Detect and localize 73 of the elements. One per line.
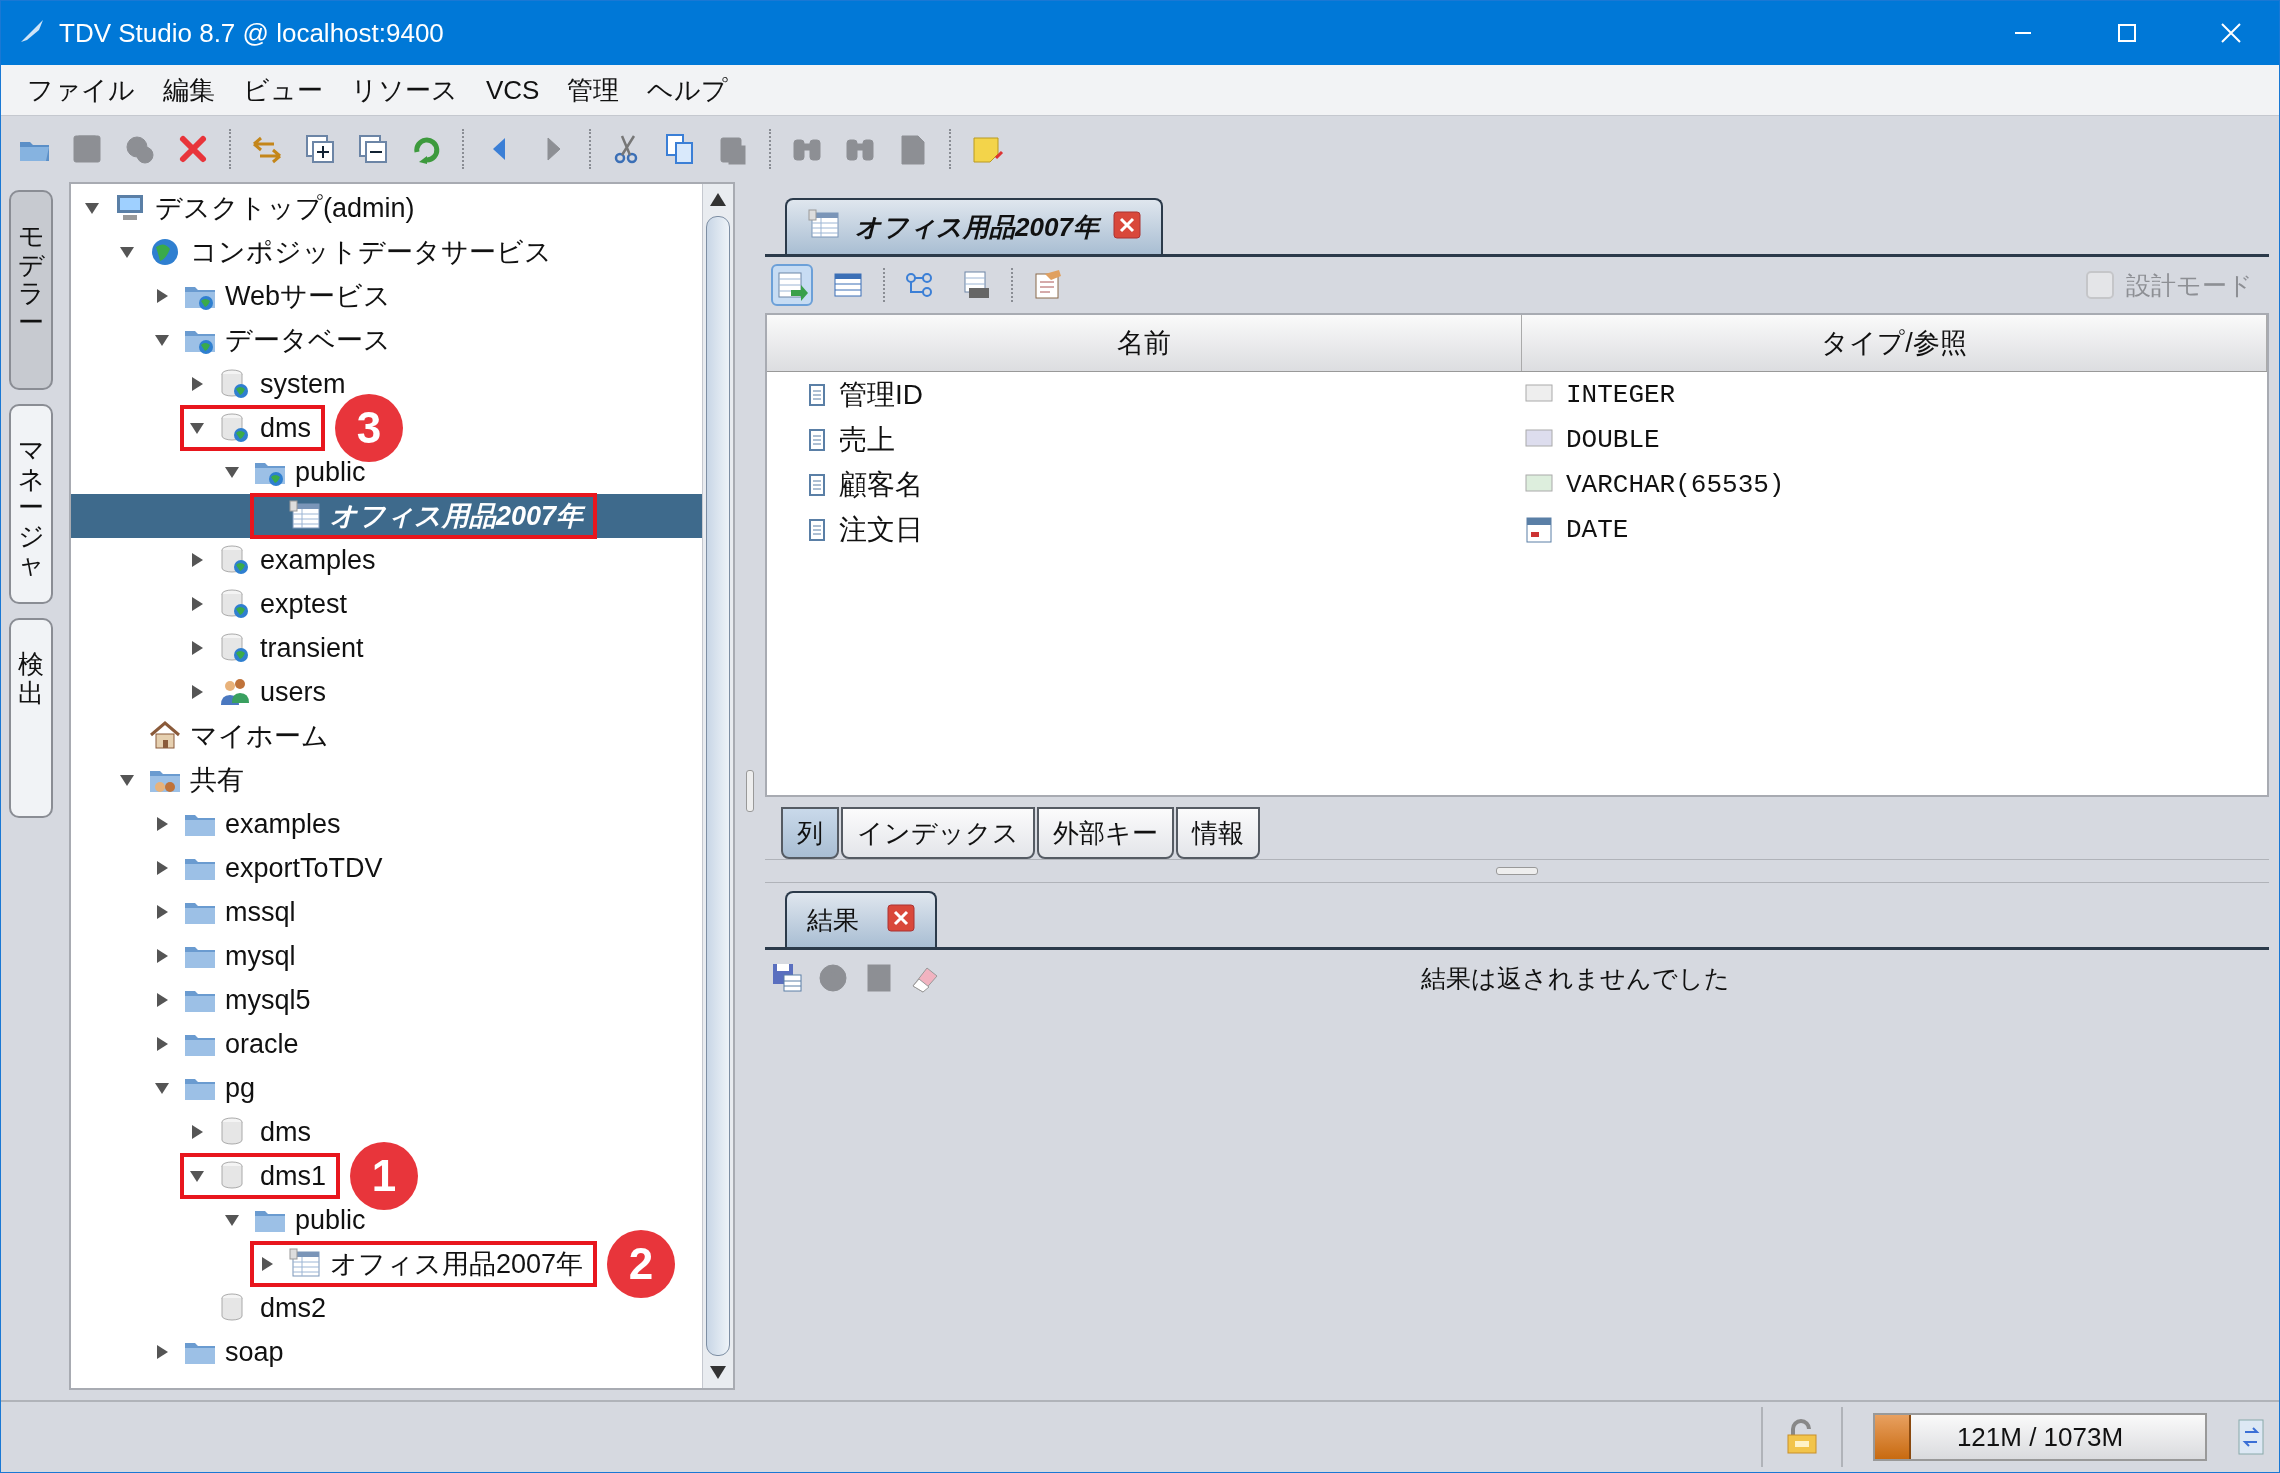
tree-item[interactable]: データベース [225, 322, 391, 358]
number-badge: 3 [335, 394, 403, 462]
tree-item[interactable]: mysql5 [225, 984, 311, 1016]
side-tab[interactable]: 検出 [9, 618, 53, 818]
tree-item[interactable]: examples [225, 808, 341, 840]
tree-item[interactable]: dms [260, 1116, 311, 1148]
menu-item[interactable]: リソース [349, 70, 460, 110]
menu-item[interactable]: ヘルプ [645, 70, 731, 110]
tree-item[interactable]: デスクトップ(admin) [155, 190, 415, 226]
column-header[interactable]: 名前 [767, 315, 1522, 371]
menu-item[interactable]: 管理 [565, 70, 622, 110]
tree-item[interactable]: dms [260, 412, 311, 444]
tree-item[interactable]: オフィス用品2007年 [330, 498, 584, 534]
column-header[interactable]: タイプ/参照 [1522, 315, 2267, 371]
tree-item[interactable]: マイホーム [190, 718, 329, 754]
tree-item[interactable]: オフィス用品2007年 [330, 1246, 584, 1282]
tree-item[interactable]: dms2 [260, 1292, 327, 1324]
menu-item[interactable]: ファイル [25, 70, 137, 110]
save-table-icon[interactable] [771, 962, 803, 994]
window-title: TDV Studio 8.7 @ localhost:9400 [59, 17, 444, 49]
table-cell-text: 管理ID [839, 377, 923, 412]
tree-item[interactable]: examples [260, 544, 376, 576]
menu-item[interactable]: 編集 [161, 70, 217, 110]
tree-item[interactable]: Webサービス [225, 278, 392, 314]
side-tab[interactable]: モデラー [9, 190, 53, 390]
number-badge: 2 [607, 1230, 676, 1298]
tree-item[interactable]: users [260, 676, 327, 708]
close-icon[interactable] [887, 904, 915, 932]
tree-item[interactable]: transient [260, 632, 364, 664]
menu-item[interactable]: ビュー [241, 70, 325, 110]
tree-item[interactable]: exptest [260, 588, 348, 620]
table-cell-text: 注文日 [839, 512, 923, 547]
tab[interactable]: 列 [781, 807, 839, 859]
tree-item[interactable]: mysql [225, 940, 296, 972]
tree-item[interactable]: soap [225, 1336, 284, 1368]
results-tab[interactable]: 結果 [785, 891, 937, 947]
column-icon [807, 471, 827, 498]
tab[interactable]: 外部キー [1037, 807, 1174, 859]
tree-item[interactable]: exportToTDV [225, 852, 383, 884]
tree-item[interactable]: pg [225, 1072, 256, 1104]
number-badge: 1 [350, 1142, 419, 1210]
remove-icon[interactable] [356, 132, 390, 166]
tree-item[interactable]: dms1 [260, 1160, 327, 1192]
tab[interactable]: インデックス [841, 807, 1035, 859]
tab[interactable]: 情報 [1176, 807, 1260, 859]
table-cell: DATE [1566, 514, 1629, 545]
checkbox-label: 設計モード [2126, 269, 2253, 301]
table-cell-text: 売上 [839, 422, 895, 457]
splitter-handle[interactable] [1496, 867, 1538, 875]
column-icon [807, 381, 827, 408]
editor-tab[interactable]: オフィス用品2007年 [785, 198, 1163, 254]
table-cell: INTEGER [1566, 379, 1676, 410]
add-icon[interactable] [303, 132, 337, 166]
memory-usage-bar[interactable]: 121M / 1073M [1873, 1413, 2207, 1461]
table-cell-text: 顧客名 [839, 467, 923, 502]
tree-item[interactable]: 共有 [190, 762, 244, 798]
padlock-icon[interactable] [1785, 1419, 1819, 1455]
results-message: 結果は返されませんでした [1421, 962, 1730, 994]
column-icon [807, 516, 827, 543]
calendar-icon [1524, 514, 1554, 545]
table-cell: DOUBLE [1566, 424, 1660, 455]
menu-item[interactable]: VCS [484, 72, 542, 108]
table-cell: VARCHAR(65535) [1566, 469, 1785, 500]
close-icon[interactable] [1112, 211, 1141, 239]
column-icon [807, 426, 827, 453]
tree-item[interactable]: oracle [225, 1028, 299, 1060]
tree-item[interactable]: コンポジットデータサービス [190, 234, 552, 270]
side-tab[interactable]: マネージャ [9, 404, 53, 604]
tab-title: 結果 [807, 903, 859, 937]
tree-item[interactable]: mssql [225, 896, 296, 928]
splitter-handle[interactable] [746, 770, 754, 812]
scrollbar-thumb[interactable] [706, 216, 730, 1356]
refresh-icon[interactable] [2237, 1418, 2265, 1456]
